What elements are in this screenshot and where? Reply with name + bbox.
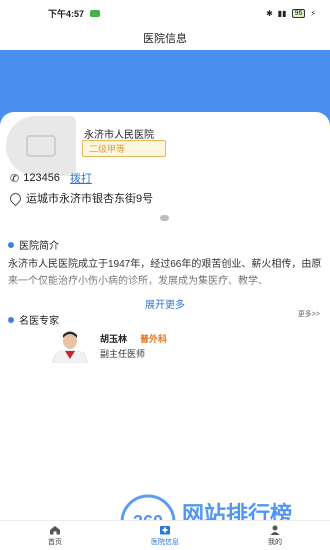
battery-level: 96 bbox=[294, 9, 303, 17]
battery-icon: 96 bbox=[291, 8, 306, 18]
nav-label-hospital: 医院信息 bbox=[151, 538, 179, 546]
doctor-title: 副主任医师 bbox=[100, 349, 146, 359]
address-row: 运城市永济市银杏东街9号 bbox=[7, 190, 154, 206]
phone-number: 123456 bbox=[23, 172, 60, 184]
phone-row: ✆ 123456 拨打 bbox=[10, 170, 92, 186]
page-title: 医院信息 bbox=[143, 33, 187, 45]
bottom-nav: 首页 医院信息 我的 bbox=[0, 520, 330, 550]
hospital-address: 运城市永济市银杏东街9号 bbox=[26, 193, 154, 205]
section-divider bbox=[160, 215, 169, 221]
intro-fade-overlay bbox=[0, 272, 330, 298]
grade-badge: 二级甲等 bbox=[82, 140, 166, 157]
nav-item-hospital[interactable]: 医院信息 bbox=[110, 521, 220, 550]
hospital-name: 永济市人民医院 bbox=[84, 130, 154, 141]
bullet-icon bbox=[8, 241, 14, 248]
charging-icon: ⚡ bbox=[310, 8, 316, 18]
user-icon bbox=[270, 525, 280, 535]
bullet-icon bbox=[8, 316, 14, 323]
status-time: 下午4:57 bbox=[48, 8, 85, 19]
nav-item-profile[interactable]: 我的 bbox=[220, 521, 330, 550]
nav-item-home[interactable]: 首页 bbox=[0, 521, 110, 550]
bluetooth-icon: ✱ bbox=[266, 8, 273, 18]
doctor-name[interactable]: 胡玉林 bbox=[100, 332, 127, 345]
doctor-portrait-icon bbox=[48, 329, 92, 363]
signal-icon: ▮▮ bbox=[277, 8, 287, 18]
image-placeholder-icon bbox=[26, 135, 56, 157]
status-bar: 下午4:57 ✱ ▮▮ 96 ⚡ bbox=[0, 0, 330, 26]
more-experts-link[interactable]: 更多>> bbox=[298, 309, 320, 319]
status-indicators: ✱ ▮▮ 96 ⚡ bbox=[266, 8, 316, 18]
intro-heading: 医院简介 bbox=[19, 241, 59, 252]
experts-heading: 名医专家 bbox=[19, 316, 59, 327]
title-bar: 医院信息 bbox=[0, 26, 330, 50]
nav-label-profile: 我的 bbox=[268, 538, 282, 546]
hospital-icon bbox=[160, 525, 170, 534]
expand-more-button[interactable]: 展开更多 bbox=[0, 296, 330, 311]
experts-section-heading: 名医专家 bbox=[8, 312, 59, 327]
notification-icon bbox=[90, 9, 101, 17]
nav-label-home: 首页 bbox=[48, 538, 62, 546]
dial-button[interactable]: 拨打 bbox=[70, 170, 92, 186]
phone-icon: ✆ bbox=[10, 172, 20, 185]
location-pin-icon bbox=[7, 190, 24, 206]
home-icon bbox=[50, 525, 60, 534]
doctor-avatar[interactable] bbox=[48, 329, 92, 363]
intro-section-heading: 医院简介 bbox=[8, 237, 59, 252]
doctor-department: 普外科 bbox=[140, 334, 168, 344]
hospital-logo bbox=[6, 116, 76, 176]
